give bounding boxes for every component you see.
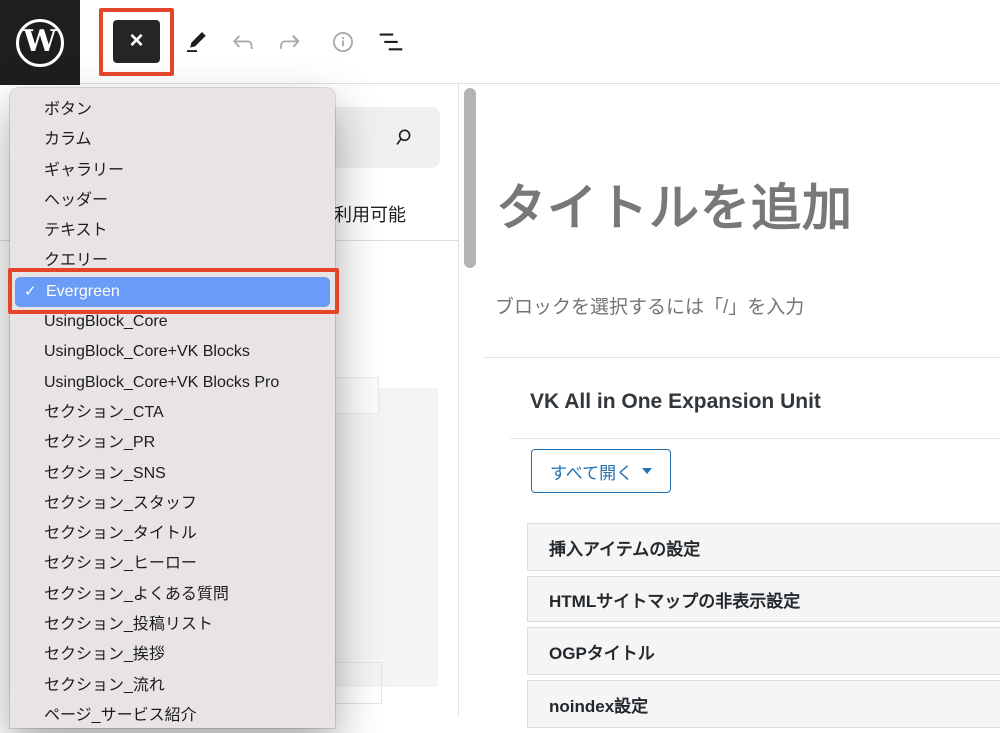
menu-item-section-greeting[interactable]: セクション_挨拶 [10, 640, 335, 670]
open-all-label: すべて開く [550, 459, 633, 484]
chevron-down-icon [642, 468, 652, 474]
undo-button[interactable] [227, 26, 259, 58]
menu-item-section-title[interactable]: セクション_タイトル [10, 519, 335, 549]
wordpress-logo-letter: W [23, 27, 57, 57]
menu-item-section-pr[interactable]: セクション_PR [10, 428, 335, 458]
menu-item-section-staff[interactable]: セクション_スタッフ [10, 489, 335, 519]
list-view-icon [376, 27, 406, 57]
open-all-button[interactable]: すべて開く [531, 449, 671, 493]
redo-button[interactable] [273, 26, 305, 58]
menu-item-page-service[interactable]: ページ_サービス紹介 [10, 701, 335, 728]
menu-item-column[interactable]: カラム [10, 125, 335, 155]
editor-canvas: タイトルを追加 ブロックを選択するには「/」を入力 VK All in One … [460, 84, 1000, 716]
menu-item-usingblock-core-vk-pro[interactable]: UsingBlock_Core+VK Blocks Pro [10, 368, 335, 398]
editor-top-bar: W × [0, 0, 1000, 84]
menu-item-usingblock-core-vk[interactable]: UsingBlock_Core+VK Blocks [10, 337, 335, 367]
menu-item-text[interactable]: テキスト [10, 216, 335, 246]
menu-item-section-sns[interactable]: セクション_SNS [10, 459, 335, 489]
redo-icon [274, 27, 304, 57]
panel-scrollbar-thumb[interactable] [464, 88, 476, 268]
wordpress-logo-button[interactable]: W [0, 0, 80, 85]
search-icon [390, 125, 416, 151]
post-body-placeholder[interactable]: ブロックを選択するには「/」を入力 [495, 292, 804, 319]
menu-item-button[interactable]: ボタン [10, 95, 335, 125]
block-type-dropdown-menu: ボタン カラム ギャラリー ヘッダー テキスト クエリー ✓ Evergreen… [10, 88, 335, 728]
tab-available[interactable]: 利用可能 [334, 201, 406, 227]
menu-item-gallery[interactable]: ギャラリー [10, 156, 335, 186]
close-icon: × [129, 29, 143, 53]
close-inserter-button[interactable]: × [113, 20, 160, 63]
menu-item-section-flow[interactable]: セクション_流れ [10, 671, 335, 701]
accordion-section-html-sitemap[interactable]: HTMLサイトマップの非表示設定 [527, 576, 1000, 622]
menu-item-query[interactable]: クエリー [10, 246, 335, 276]
content-divider [483, 357, 1000, 358]
meta-panel-divider [510, 438, 1000, 439]
menu-item-section-cta[interactable]: セクション_CTA [10, 398, 335, 428]
accordion-section-noindex[interactable]: noindex設定 [527, 680, 1000, 728]
accordion-section-ogp-title[interactable]: OGPタイトル [527, 627, 1000, 675]
edit-mode-button[interactable] [181, 26, 213, 58]
menu-item-section-hero[interactable]: セクション_ヒーロー [10, 549, 335, 579]
menu-item-evergreen-label: Evergreen [46, 277, 120, 307]
check-icon: ✓ [24, 277, 46, 307]
undo-icon [228, 27, 258, 57]
details-button[interactable] [327, 26, 359, 58]
info-icon [328, 27, 358, 57]
menu-item-section-post-list[interactable]: セクション_投稿リスト [10, 610, 335, 640]
list-view-button[interactable] [375, 26, 407, 58]
menu-item-evergreen-selected[interactable]: ✓ Evergreen [15, 277, 330, 307]
post-title-input[interactable]: タイトルを追加 [496, 168, 853, 240]
wordpress-logo-icon: W [16, 19, 64, 67]
accordion-section-insert-items[interactable]: 挿入アイテムの設定 [527, 523, 1000, 571]
menu-item-usingblock-core[interactable]: UsingBlock_Core [10, 307, 335, 337]
pencil-icon [182, 27, 212, 57]
menu-item-section-faq[interactable]: セクション_よくある質問 [10, 580, 335, 610]
meta-panel-accordion: 挿入アイテムの設定 HTMLサイトマップの非表示設定 OGPタイトル noind… [527, 523, 1000, 733]
meta-panel-title: VK All in One Expansion Unit [530, 390, 821, 414]
menu-item-header[interactable]: ヘッダー [10, 186, 335, 216]
